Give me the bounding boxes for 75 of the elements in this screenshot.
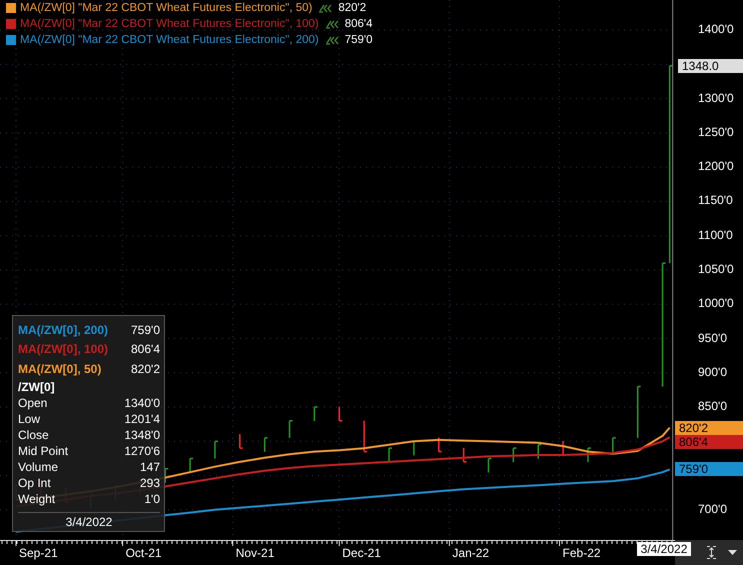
tooltip-value: 759'0 — [131, 322, 160, 337]
price-marker: 806'4 — [675, 434, 743, 449]
y-axis-label: 900'0 — [698, 364, 727, 379]
tooltip-value: 806'4 — [131, 342, 160, 356]
price-marker: 820'2 — [675, 420, 743, 435]
study-value: 820'2 — [338, 2, 366, 14]
x-axis-label: Jan-22 — [452, 546, 490, 560]
cursor-date-label: 3/4/2022 — [636, 542, 692, 556]
tooltip-label: Weight — [18, 492, 56, 506]
y-axis-label: 1100'0 — [698, 228, 733, 242]
price-bar — [612, 437, 617, 453]
tooltip-date: 3/4/2022 — [18, 512, 160, 528]
tooltip-label: Close — [18, 428, 49, 442]
price-bar — [214, 440, 219, 460]
y-axis-label: 1400'0 — [698, 22, 734, 36]
study-label: MA(/ZW[0] "Mar 22 CBOT Wheat Futures Electronic", 100) — [20, 18, 319, 30]
tooltip-label: Volume — [18, 460, 58, 474]
tooltip-label: MA(/ZW[0], 200) — [18, 322, 108, 337]
y-axis-label: 850'0 — [698, 399, 727, 414]
price-bar — [314, 406, 318, 422]
y-axis-label: 1150'0 — [698, 193, 733, 208]
tooltip-label: Mid Point — [18, 444, 68, 458]
price-bar — [388, 447, 393, 463]
price-bar — [488, 458, 492, 474]
study-label: MA(/ZW[0] "Mar 22 CBOT Wheat Futures Electronic", 50) — [20, 2, 312, 14]
tooltip-value: 1'0 — [144, 492, 160, 506]
x-axis-label: Dec-21 — [342, 546, 381, 560]
price-bar — [288, 420, 294, 439]
price-bar — [164, 468, 169, 484]
tooltip-value: 293 — [140, 476, 160, 490]
price-bar — [462, 447, 468, 463]
price-bar — [438, 436, 442, 452]
price-bar — [636, 386, 642, 439]
tooltip-value: 1340'0 — [124, 396, 160, 410]
price-bar — [512, 447, 518, 463]
tooltip-value: 1348'0 — [124, 428, 160, 442]
x-axis-label: Oct-21 — [126, 546, 162, 560]
edit-study-icon[interactable] — [324, 20, 341, 28]
y-axis-label: 1200'0 — [698, 159, 734, 174]
y-axis-label: 1250'0 — [698, 124, 734, 139]
tooltip-label: MA(/ZW[0], 100) — [18, 342, 108, 356]
y-axis-label: 950'0 — [698, 330, 727, 345]
price-bar — [189, 458, 194, 474]
edit-study-icon[interactable] — [318, 4, 334, 12]
study-value: 759'0 — [344, 34, 373, 46]
tooltip-value: 1201'4 — [124, 412, 160, 426]
x-axis-label: Sep-21 — [18, 546, 58, 560]
tooltip-label: Op Int — [18, 476, 51, 490]
tooltip-value: 820'2 — [131, 362, 160, 376]
dropdown-icon[interactable] — [728, 550, 737, 555]
tooltip-label: Low — [18, 412, 40, 426]
price-marker: 1348.0 — [678, 58, 743, 73]
price-bar — [264, 437, 268, 453]
price-bar — [537, 444, 542, 460]
study-label: MA(/ZW[0] "Mar 22 CBOT Wheat Futures Electronic", 200) — [20, 34, 319, 46]
price-bar — [338, 406, 344, 422]
price-bar — [239, 433, 244, 449]
study-value: 806'4 — [344, 18, 373, 30]
zoom-icon[interactable] — [707, 546, 716, 559]
price-bar — [363, 420, 368, 452]
tooltip-label: /ZW[0] — [18, 380, 55, 394]
y-axis-label: 1000'0 — [698, 296, 734, 310]
edit-study-icon[interactable] — [324, 36, 341, 44]
tooltip-value: 1270'6 — [124, 444, 160, 458]
y-axis-label: 1300'0 — [698, 90, 734, 105]
price-bar — [562, 440, 567, 456]
tooltip-value: 147 — [140, 460, 160, 474]
x-axis-label: Feb-22 — [562, 546, 601, 560]
price-bar — [587, 447, 592, 463]
tooltip-label: MA(/ZW[0], 50) — [18, 362, 102, 376]
tooltip-label: Open — [18, 396, 48, 410]
y-axis-label: 700'0 — [698, 502, 727, 516]
y-axis-label: 1050'0 — [698, 262, 734, 276]
x-axis-label: Nov-21 — [236, 546, 274, 560]
price-marker: 759'0 — [675, 462, 743, 476]
